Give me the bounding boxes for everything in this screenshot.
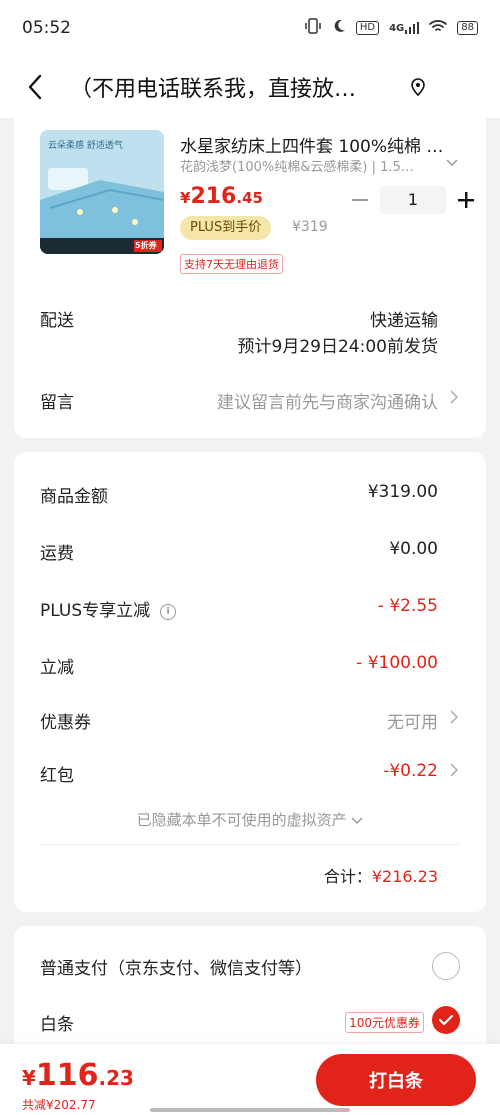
discount-value: - ¥100.00 <box>356 653 438 673</box>
product-spec[interactable]: 花韵浅梦(100%纯棉&云感棉柔) | 1.5… <box>180 156 430 175</box>
chevron-left-icon <box>28 74 42 100</box>
status-icons: HD 4G 88 <box>304 18 478 38</box>
quantity-input[interactable]: 1 <box>380 186 446 214</box>
chevron-right-icon[interactable] <box>450 389 459 408</box>
red-packet-label: 红包 <box>40 766 74 786</box>
hidden-assets-toggle[interactable]: 已隐藏本单不可使用的虚拟资产 <box>14 809 486 830</box>
chevron-down-icon[interactable] <box>446 156 458 171</box>
quantity-plus-button[interactable] <box>454 186 478 214</box>
chevron-right-icon[interactable] <box>450 709 459 728</box>
pay-button[interactable]: 打白条 <box>316 1054 476 1106</box>
product-card: 云朵柔感 舒适透气 5折券 水星家纺床上四件套 100%纯棉 … 花韵浅梦(10… <box>14 118 486 438</box>
original-price: ¥319 <box>292 219 328 235</box>
delivery-method[interactable]: 快递运输 <box>370 306 438 331</box>
chevron-right-icon[interactable] <box>450 762 459 781</box>
home-indicator[interactable] <box>150 1108 350 1112</box>
baitiao-radio-checked[interactable] <box>432 1006 460 1034</box>
total-savings: 共减¥202.77 <box>22 1098 96 1112</box>
location-pin-icon[interactable] <box>408 77 428 97</box>
product-image-banner: 云朵柔感 舒适透气 <box>48 141 123 151</box>
chevron-down-icon <box>351 817 363 825</box>
price-summary-card: 商品金额 ¥319.00 运费 ¥0.00 PLUS专享立减 i - ¥2.55 … <box>14 452 486 912</box>
divider <box>40 844 460 845</box>
status-bar: 05:52 HD 4G 88 <box>0 0 500 56</box>
product-image-coupon: 5折券 <box>135 241 157 250</box>
red-packet-value[interactable]: -¥0.22 <box>383 761 438 781</box>
product-title[interactable]: 水星家纺床上四件套 100%纯棉 … <box>180 132 470 157</box>
coupon-value[interactable]: 无可用 <box>387 708 438 733</box>
return-policy-tag: 支持7天无理由退货 <box>180 254 283 274</box>
goods-amount-value: ¥319.00 <box>367 482 438 502</box>
order-total: 合计：¥216.23 <box>323 867 438 886</box>
product-image[interactable]: 云朵柔感 舒适透气 5折券 <box>40 130 164 254</box>
payable-amount: ¥116.23 <box>22 1058 134 1093</box>
quantity-minus-button[interactable] <box>350 188 370 212</box>
delivery-label: 配送 <box>40 311 74 331</box>
moon-icon <box>332 19 346 37</box>
battery-icon: 88 <box>457 21 478 35</box>
product-price: ¥216.45 <box>180 184 263 209</box>
shipping-value: ¥0.00 <box>389 539 438 559</box>
discount-label: 立减 <box>40 658 74 678</box>
goods-amount-label: 商品金额 <box>40 487 108 507</box>
plus-discount-value: - ¥2.55 <box>377 596 438 616</box>
normal-payment-label[interactable]: 普通支付（京东支付、微信支付等） <box>40 954 312 979</box>
checkmark-icon <box>439 1015 453 1025</box>
coupon-label: 优惠券 <box>40 713 91 733</box>
normal-payment-radio[interactable] <box>432 952 460 980</box>
delivery-eta: 预计9月29日24:00前发货 <box>237 337 438 357</box>
wifi-icon <box>429 19 448 37</box>
checkout-bar: ¥116.23 共减¥202.77 打白条 <box>0 1044 500 1115</box>
baitiao-label[interactable]: 白条 <box>40 1010 74 1035</box>
vibrate-icon <box>304 18 322 38</box>
info-icon[interactable]: i <box>160 603 177 620</box>
baitiao-coupon-tag[interactable]: 100元优惠券 <box>345 1012 424 1033</box>
back-button[interactable] <box>0 56 70 118</box>
plus-discount-label: PLUS专享立减 i <box>40 596 177 621</box>
hd-badge: HD <box>355 21 380 35</box>
signal-icon: 4G <box>389 22 420 34</box>
shipping-label: 运费 <box>40 544 74 564</box>
message-label: 留言 <box>40 393 74 413</box>
header: （不用电话联系我，直接放… <box>0 56 500 118</box>
message-input[interactable]: 建议留言前先与商家沟通确认 <box>217 388 438 413</box>
plus-price-badge: PLUS到手价 <box>180 216 272 240</box>
delivery-address[interactable]: （不用电话联系我，直接放… <box>70 71 390 103</box>
clock: 05:52 <box>22 18 71 38</box>
